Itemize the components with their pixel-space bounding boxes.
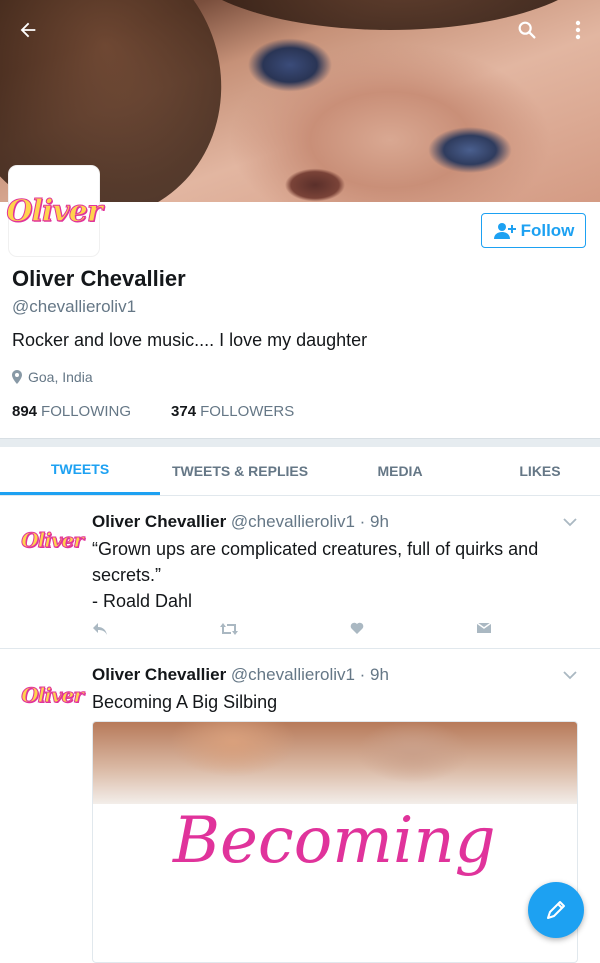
tab-media[interactable]: MEDIA <box>320 446 480 495</box>
reply-icon[interactable] <box>92 622 108 636</box>
tweet-author-name: Oliver Chevallier <box>92 665 227 684</box>
tweet-actions <box>92 622 492 636</box>
location-text: Goa, India <box>28 369 93 385</box>
retweet-icon[interactable] <box>220 622 238 636</box>
profile-stats: 894 FOLLOWING 374 FOLLOWERS <box>12 403 294 420</box>
followers-stat[interactable]: 374 FOLLOWERS <box>171 403 294 420</box>
chevron-down-icon <box>563 518 577 527</box>
back-button[interactable] <box>12 14 44 46</box>
followers-label: FOLLOWERS <box>200 403 295 420</box>
tweet-meta: @chevallieroliv1 · 9h <box>230 512 389 531</box>
tweet-text: “Grown ups are complicated creatures, fu… <box>92 536 577 614</box>
tab-likes[interactable]: LIKES <box>480 446 600 495</box>
tweet-author-name: Oliver Chevallier <box>92 512 227 531</box>
tweet-header: Oliver Chevallier @chevallieroliv1 · 9h <box>92 665 389 685</box>
follow-button-label: Follow <box>520 220 575 240</box>
profile-handle: @chevallieroliv1 <box>12 297 137 316</box>
tweet-text-line: “Grown ups are complicated creatures, fu… <box>92 539 539 585</box>
media-photo <box>93 722 577 804</box>
more-options-button[interactable] <box>562 14 594 46</box>
profile-tabs: TWEETS TWEETS & REPLIES MEDIA LIKES <box>0 446 600 496</box>
tweet-avatar-logo: Oliver <box>21 528 84 553</box>
search-icon <box>518 21 536 39</box>
following-label: FOLLOWING <box>41 403 132 420</box>
compose-icon <box>547 901 565 919</box>
compose-tweet-button[interactable] <box>528 882 584 938</box>
tweet-meta: @chevallieroliv1 · 9h <box>230 665 389 684</box>
location-pin-icon <box>12 370 22 384</box>
tab-tweets-replies[interactable]: TWEETS & REPLIES <box>160 446 320 495</box>
tweet-item[interactable]: Oliver Oliver Chevallier @chevallieroliv… <box>0 496 600 649</box>
follow-button[interactable]: Follow <box>481 213 586 248</box>
profile-display-name: Oliver Chevallier <box>12 266 186 291</box>
tweet-avatar[interactable]: Oliver <box>21 522 84 558</box>
tweet-avatar-logo: Oliver <box>21 683 84 708</box>
profile-avatar[interactable]: Oliver <box>6 166 103 256</box>
tweet-text-line: - Roald Dahl <box>92 591 193 611</box>
arrow-back-icon <box>20 22 36 38</box>
tweet-menu-button[interactable] <box>563 514 577 532</box>
search-button[interactable] <box>511 14 543 46</box>
more-vertical-icon <box>575 20 581 40</box>
following-count: 894 <box>12 403 38 420</box>
avatar-logo: Oliver <box>6 193 103 229</box>
profile-bio: Rocker and love music.... I love my daug… <box>12 330 368 350</box>
tab-tweets[interactable]: TWEETS <box>0 446 160 495</box>
like-icon[interactable] <box>350 622 364 635</box>
tweet-menu-button[interactable] <box>563 667 577 685</box>
tweet-header: Oliver Chevallier @chevallieroliv1 · 9h <box>92 512 389 532</box>
following-stat[interactable]: 894 FOLLOWING <box>12 403 131 420</box>
chevron-down-icon <box>563 671 577 680</box>
tweet-text: Becoming A Big Silbing <box>92 692 278 712</box>
profile-location: Goa, India <box>12 369 93 385</box>
direct-message-icon[interactable] <box>476 622 492 634</box>
tweet-media-card[interactable]: Becoming <box>92 721 578 963</box>
followers-count: 374 <box>171 403 197 420</box>
add-user-icon <box>493 222 516 239</box>
media-title-text: Becoming <box>173 804 496 878</box>
tweet-avatar[interactable]: Oliver <box>21 677 84 713</box>
